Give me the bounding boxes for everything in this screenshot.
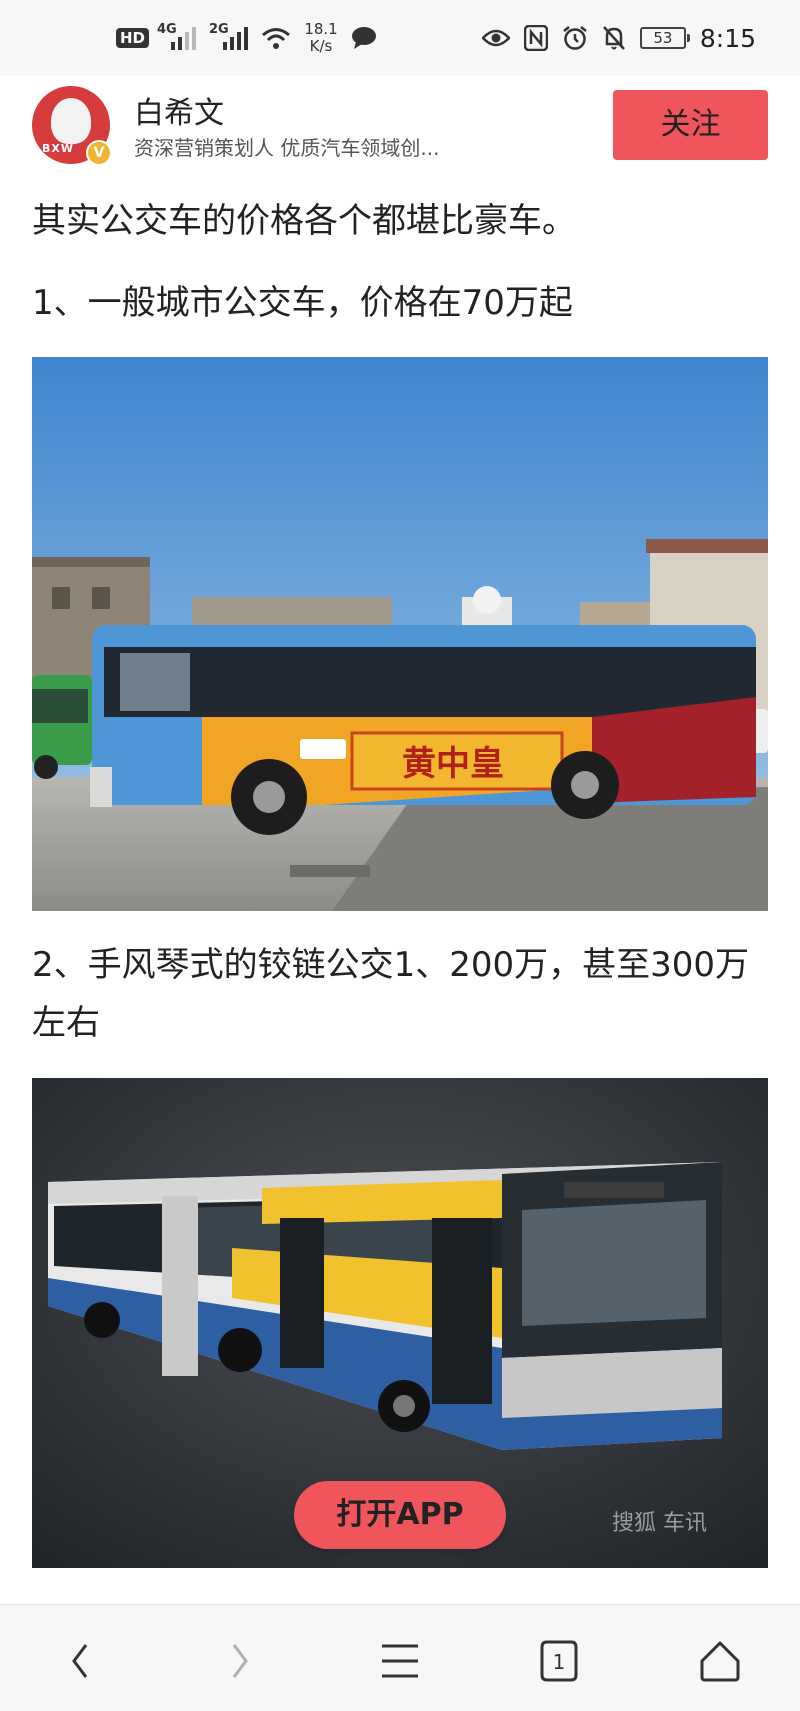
status-right: 53 8:15 <box>481 18 756 58</box>
tab-count: 1 <box>553 1650 566 1674</box>
follow-button[interactable]: 关注 <box>613 90 768 160</box>
menu-button[interactable] <box>372 1633 428 1689</box>
back-button[interactable] <box>52 1633 108 1689</box>
back-icon <box>72 1644 88 1678</box>
eye-icon <box>481 29 510 47</box>
chat-bubble-icon <box>352 27 377 49</box>
network-speed-unit: K/s <box>309 37 333 55</box>
signal-2g-icon: 2G <box>209 22 253 54</box>
photo-watermark: 搜狐 车讯 <box>612 1511 707 1536</box>
status-time: 8:15 <box>699 23 756 53</box>
verified-badge-icon: V <box>86 140 112 166</box>
bus-ad-text: 黄中皇 <box>402 744 504 784</box>
status-left: HD 4G 2G 18.1 K/s <box>116 18 377 58</box>
author-name[interactable]: 白希文 <box>134 88 224 132</box>
avatar-silhouette <box>51 98 91 144</box>
bottom-nav-bar: 1 <box>0 1604 800 1711</box>
signal-4g-icon: 4G <box>157 22 201 54</box>
network-speed: 18.1 K/s <box>299 21 343 55</box>
tabs-button[interactable]: 1 <box>531 1633 587 1689</box>
nfc-icon <box>523 25 548 51</box>
status-bar: HD 4G 2G 18.1 K/s 53 8:15 <box>0 0 800 76</box>
author-description: 资深营销策划人 优质汽车领域创... <box>134 136 440 160</box>
menu-icon <box>382 1644 418 1678</box>
forward-icon <box>232 1644 248 1678</box>
article-paragraph-2: 1、一般城市公交车，价格在70万起 <box>32 283 573 323</box>
home-icon <box>700 1641 740 1682</box>
article-paragraph-1: 其实公交车的价格各个都堪比豪车。 <box>32 201 576 241</box>
avatar-text: BXW <box>42 142 74 155</box>
author-header: BXW V 白希文 资深营销策划人 优质汽车领域创... 关注 <box>0 76 800 172</box>
hd-icon: HD <box>116 28 150 48</box>
article-paragraph-3: 2、手风琴式的铰链公交1、200万，甚至300万左右 <box>32 945 750 1043</box>
tabs-icon: 1 <box>540 1640 578 1682</box>
wifi-icon <box>262 28 290 49</box>
alarm-icon <box>563 26 587 50</box>
battery-level: 53 <box>653 29 673 47</box>
city-bus-photo[interactable]: 黄中皇 <box>32 357 768 911</box>
network-speed-value: 18.1 <box>304 20 338 38</box>
mute-bell-icon <box>602 26 625 50</box>
home-button[interactable] <box>692 1633 748 1689</box>
open-app-button[interactable]: 打开APP <box>294 1481 506 1549</box>
battery-icon: 53 <box>639 27 690 49</box>
forward-button[interactable] <box>212 1633 268 1689</box>
